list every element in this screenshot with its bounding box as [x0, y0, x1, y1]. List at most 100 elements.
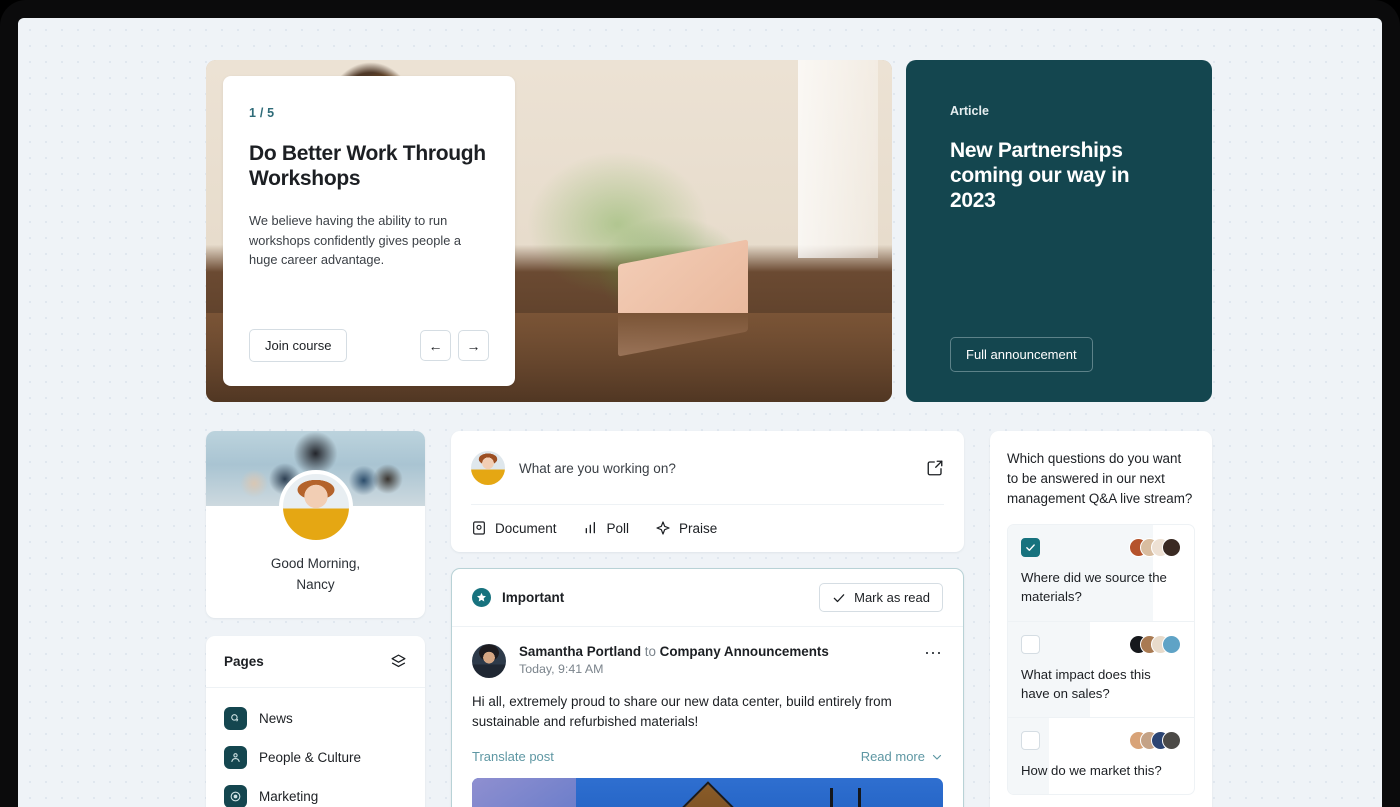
composer-avatar — [471, 451, 505, 485]
post-author-row: Samantha Portland to Company Announcemen… — [472, 644, 943, 678]
poll-option-checkbox[interactable] — [1021, 730, 1040, 750]
people-icon — [224, 745, 247, 769]
right-sidebar: Which questions do you want to be answer… — [990, 431, 1212, 807]
course-description: We believe having the ability to run wor… — [249, 213, 461, 267]
poll-card: Which questions do you want to be answer… — [990, 431, 1212, 807]
carousel-prev-button[interactable]: ← — [420, 330, 451, 361]
poll-option-inner: How do we market this? — [1021, 730, 1181, 780]
hero-photo-window — [798, 60, 879, 259]
post-image[interactable] — [472, 778, 943, 807]
page-item-news[interactable]: News — [224, 699, 407, 738]
poll-option-inner: What impact does this have on sales? — [1021, 634, 1181, 703]
author-group[interactable]: Company Announcements — [660, 644, 829, 659]
course-actions: Join course ← → — [249, 329, 489, 362]
voter-avatar — [1162, 538, 1181, 558]
course-title: Do Better Work Through Workshops — [249, 142, 486, 190]
pages-title: Pages — [224, 653, 264, 669]
status-badge: Important — [472, 588, 564, 607]
author-meta: Samantha Portland to Company Announcemen… — [519, 644, 911, 676]
poll-option[interactable]: How do we market this? — [1008, 717, 1194, 795]
author-avatar — [472, 644, 506, 678]
pages-header: Pages — [206, 636, 425, 688]
feed-column: What are you working on? Document Poll P… — [451, 431, 964, 807]
post-composer: What are you working on? Document Poll P… — [451, 431, 964, 552]
poll-option-toprow — [1021, 634, 1181, 654]
post-image-roof — [670, 781, 745, 807]
course-card: 1 / 5 Do Better Work Through Workshops W… — [223, 76, 515, 386]
screen: 1 / 5 Do Better Work Through Workshops W… — [18, 18, 1382, 807]
laptop-device-frame: 1 / 5 Do Better Work Through Workshops W… — [0, 0, 1400, 807]
page-item-people-culture[interactable]: People & Culture — [224, 738, 407, 777]
page-item-label: News — [259, 710, 293, 726]
layers-icon[interactable] — [390, 653, 407, 670]
translate-post-link[interactable]: Translate post — [472, 749, 554, 764]
poll-option[interactable]: What impact does this have on sales? — [1008, 621, 1194, 718]
composer-action-label: Document — [495, 520, 557, 536]
author-to-word: to — [644, 644, 656, 659]
post-image-pole-1 — [829, 788, 833, 807]
star-badge-icon — [472, 588, 491, 607]
post-timestamp: Today, 9:41 AM — [519, 662, 604, 676]
praise-sparkle-icon — [655, 520, 671, 536]
pages-card: Pages News People & Culture Marketing — [206, 635, 425, 807]
composer-action-label: Poll — [606, 520, 630, 536]
post-image-pole-2 — [858, 788, 862, 807]
post-badge-label: Important — [502, 590, 565, 605]
article-kicker: Article — [950, 104, 989, 118]
main-columns: Good Morning, Nancy Pages News People & … — [206, 431, 1212, 807]
composer-action-label: Praise — [679, 520, 718, 536]
chat-bubble-icon — [224, 706, 247, 730]
poll-question: Which questions do you want to be answer… — [1007, 451, 1193, 507]
post-header: Important Mark as read — [452, 569, 963, 627]
composer-action-poll[interactable]: Poll — [583, 520, 630, 536]
poll-option[interactable]: Where did we source the materials? — [1008, 525, 1194, 622]
check-icon — [832, 591, 846, 605]
composer-action-document[interactable]: Document — [471, 520, 557, 536]
author-name[interactable]: Samantha Portland — [519, 644, 641, 659]
full-announcement-button[interactable]: Full announcement — [950, 337, 1093, 372]
pages-list: News People & Culture Marketing — [206, 688, 425, 807]
poll-option-voters — [1129, 730, 1181, 750]
poll-option-checkbox[interactable] — [1021, 538, 1040, 558]
arrow-right-icon: → — [466, 337, 481, 354]
carousel-next-button[interactable]: → — [458, 330, 489, 361]
mark-as-read-button[interactable]: Mark as read — [819, 583, 943, 612]
poll-option-voters — [1129, 538, 1181, 558]
composer-action-praise[interactable]: Praise — [655, 520, 717, 536]
composer-actions: Document Poll Praise — [471, 504, 944, 552]
composer-input[interactable]: What are you working on? — [519, 461, 912, 476]
read-more-link[interactable]: Read more — [861, 749, 943, 764]
poll-option-checkbox[interactable] — [1021, 634, 1040, 654]
hero-photo-laptop — [617, 238, 748, 357]
poll-bars-icon — [583, 520, 599, 536]
article-title: New Partnerships coming our way in 2023 — [950, 139, 1130, 213]
composer-top-row[interactable]: What are you working on? — [471, 431, 944, 504]
carousel-nav: ← → — [420, 330, 489, 361]
poll-option-voters — [1129, 634, 1181, 654]
author-line: Samantha Portland to Company Announcemen… — [519, 644, 911, 659]
profile-card: Good Morning, Nancy — [206, 431, 425, 618]
important-post-card: Important Mark as read Samantha Portland… — [451, 568, 964, 807]
voter-avatar — [1162, 634, 1181, 654]
join-course-button[interactable]: Join course — [249, 329, 348, 362]
poll-option-toprow — [1021, 538, 1181, 558]
article-card[interactable]: Article New Partnerships coming our way … — [906, 60, 1212, 402]
greeting: Good Morning, Nancy — [206, 554, 425, 596]
page-item-marketing[interactable]: Marketing — [224, 777, 407, 807]
hero-row: 1 / 5 Do Better Work Through Workshops W… — [206, 60, 1212, 402]
voter-avatar — [1162, 730, 1181, 750]
post-links-row: Translate post Read more — [472, 749, 943, 778]
slide-counter: 1 / 5 — [249, 106, 275, 120]
target-icon — [224, 784, 247, 807]
poll-options: Where did we source the materials? What … — [1007, 524, 1195, 796]
read-more-label: Read more — [860, 749, 925, 765]
poll-option-label: Where did we source the materials? — [1021, 570, 1167, 605]
compose-icon[interactable] — [926, 459, 944, 477]
intranet-home-page: 1 / 5 Do Better Work Through Workshops W… — [18, 18, 1382, 807]
post-body: Samantha Portland to Company Announcemen… — [452, 627, 963, 778]
avatar — [278, 470, 353, 544]
page-item-label: Marketing — [259, 788, 319, 804]
greeting-line-1: Good Morning, — [270, 556, 361, 571]
ellipsis-icon[interactable]: ⋯ — [924, 644, 943, 662]
poll-option-label: How do we market this? — [1021, 762, 1162, 778]
